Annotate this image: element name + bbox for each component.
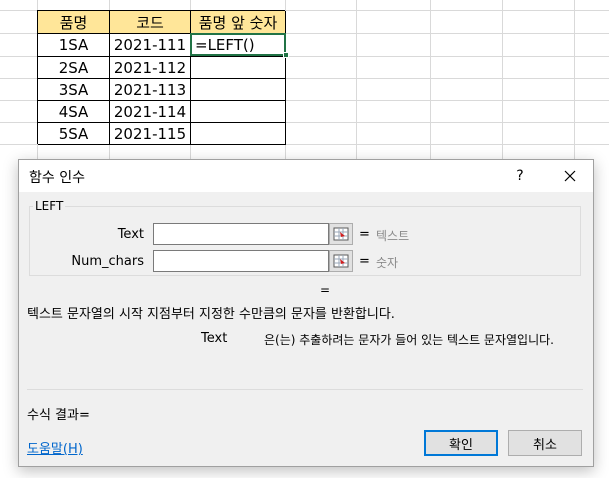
help-link[interactable]: 도움말(H) bbox=[27, 438, 83, 457]
table-cell[interactable]: 3SA bbox=[38, 79, 110, 101]
range-select-icon bbox=[333, 254, 349, 268]
arg-type-hint: 텍스트 bbox=[376, 229, 410, 243]
dialog-title: 함수 인수 bbox=[29, 170, 85, 186]
help-button[interactable]: ? bbox=[507, 165, 533, 187]
function-arguments-dialog: 함수 인수 ? LEFT Text = 텍스트 Num_chars = 숫자 =… bbox=[18, 159, 594, 467]
gridline bbox=[356, 0, 357, 160]
text-arg-input[interactable] bbox=[153, 223, 329, 245]
spreadsheet-grid: 품명 코드 품명 앞 숫자 1SA 2021-111 =LEFT() 2SA 2… bbox=[0, 0, 609, 160]
fill-handle[interactable] bbox=[283, 52, 289, 58]
function-description: 텍스트 문자열의 시작 지점부터 지정한 수만큼의 문자를 반환합니다. bbox=[27, 307, 395, 322]
collapse-dialog-button[interactable] bbox=[329, 250, 353, 272]
header-cell-prefix-number[interactable]: 품명 앞 숫자 bbox=[191, 11, 286, 34]
close-button[interactable] bbox=[557, 165, 583, 187]
table-cell[interactable] bbox=[191, 57, 286, 79]
table-cell[interactable] bbox=[191, 101, 286, 123]
arg-equals: = bbox=[359, 227, 370, 242]
collapse-dialog-button[interactable] bbox=[329, 223, 353, 245]
table-cell[interactable]: 2SA bbox=[38, 57, 110, 79]
header-cell-name[interactable]: 품명 bbox=[38, 11, 110, 34]
table-cell[interactable] bbox=[191, 123, 286, 145]
table-cell[interactable]: 2021-112 bbox=[110, 57, 191, 79]
num-chars-arg-input[interactable] bbox=[153, 250, 329, 272]
table-cell[interactable]: 2021-113 bbox=[110, 79, 191, 101]
table-cell[interactable]: 4SA bbox=[38, 101, 110, 123]
arg-description-name: Text bbox=[201, 331, 228, 346]
header-cell-code[interactable]: 코드 bbox=[110, 11, 191, 34]
table-cell[interactable]: 1SA bbox=[38, 34, 110, 57]
formula-result-label: 수식 결과= bbox=[27, 408, 90, 423]
gridline bbox=[502, 0, 503, 160]
range-select-icon bbox=[333, 227, 349, 241]
arg-label-text: Text bbox=[117, 227, 144, 242]
table-cell[interactable]: 2021-114 bbox=[110, 101, 191, 123]
close-icon bbox=[564, 170, 576, 182]
table-cell[interactable]: 2021-115 bbox=[110, 123, 191, 145]
function-result-equals: = bbox=[320, 283, 331, 297]
table-cell[interactable]: 2021-111 bbox=[110, 34, 191, 57]
divider bbox=[27, 389, 583, 390]
arg-equals: = bbox=[359, 254, 370, 269]
cancel-button[interactable]: 취소 bbox=[508, 430, 582, 456]
function-name-label: LEFT bbox=[33, 199, 66, 213]
arg-label-num-chars: Num_chars bbox=[71, 254, 144, 269]
active-cell-outline bbox=[190, 33, 286, 56]
arg-description-text: 은(는) 추출하려는 문자가 들어 있는 텍스트 문자열입니다. bbox=[264, 333, 554, 347]
table-cell[interactable] bbox=[191, 79, 286, 101]
gridline bbox=[430, 0, 431, 160]
ok-button[interactable]: 확인 bbox=[424, 430, 498, 456]
table-cell[interactable]: 5SA bbox=[38, 123, 110, 145]
dialog-titlebar[interactable]: 함수 인수 ? bbox=[19, 160, 593, 192]
gridline bbox=[574, 0, 575, 160]
arg-type-hint: 숫자 bbox=[376, 256, 399, 270]
